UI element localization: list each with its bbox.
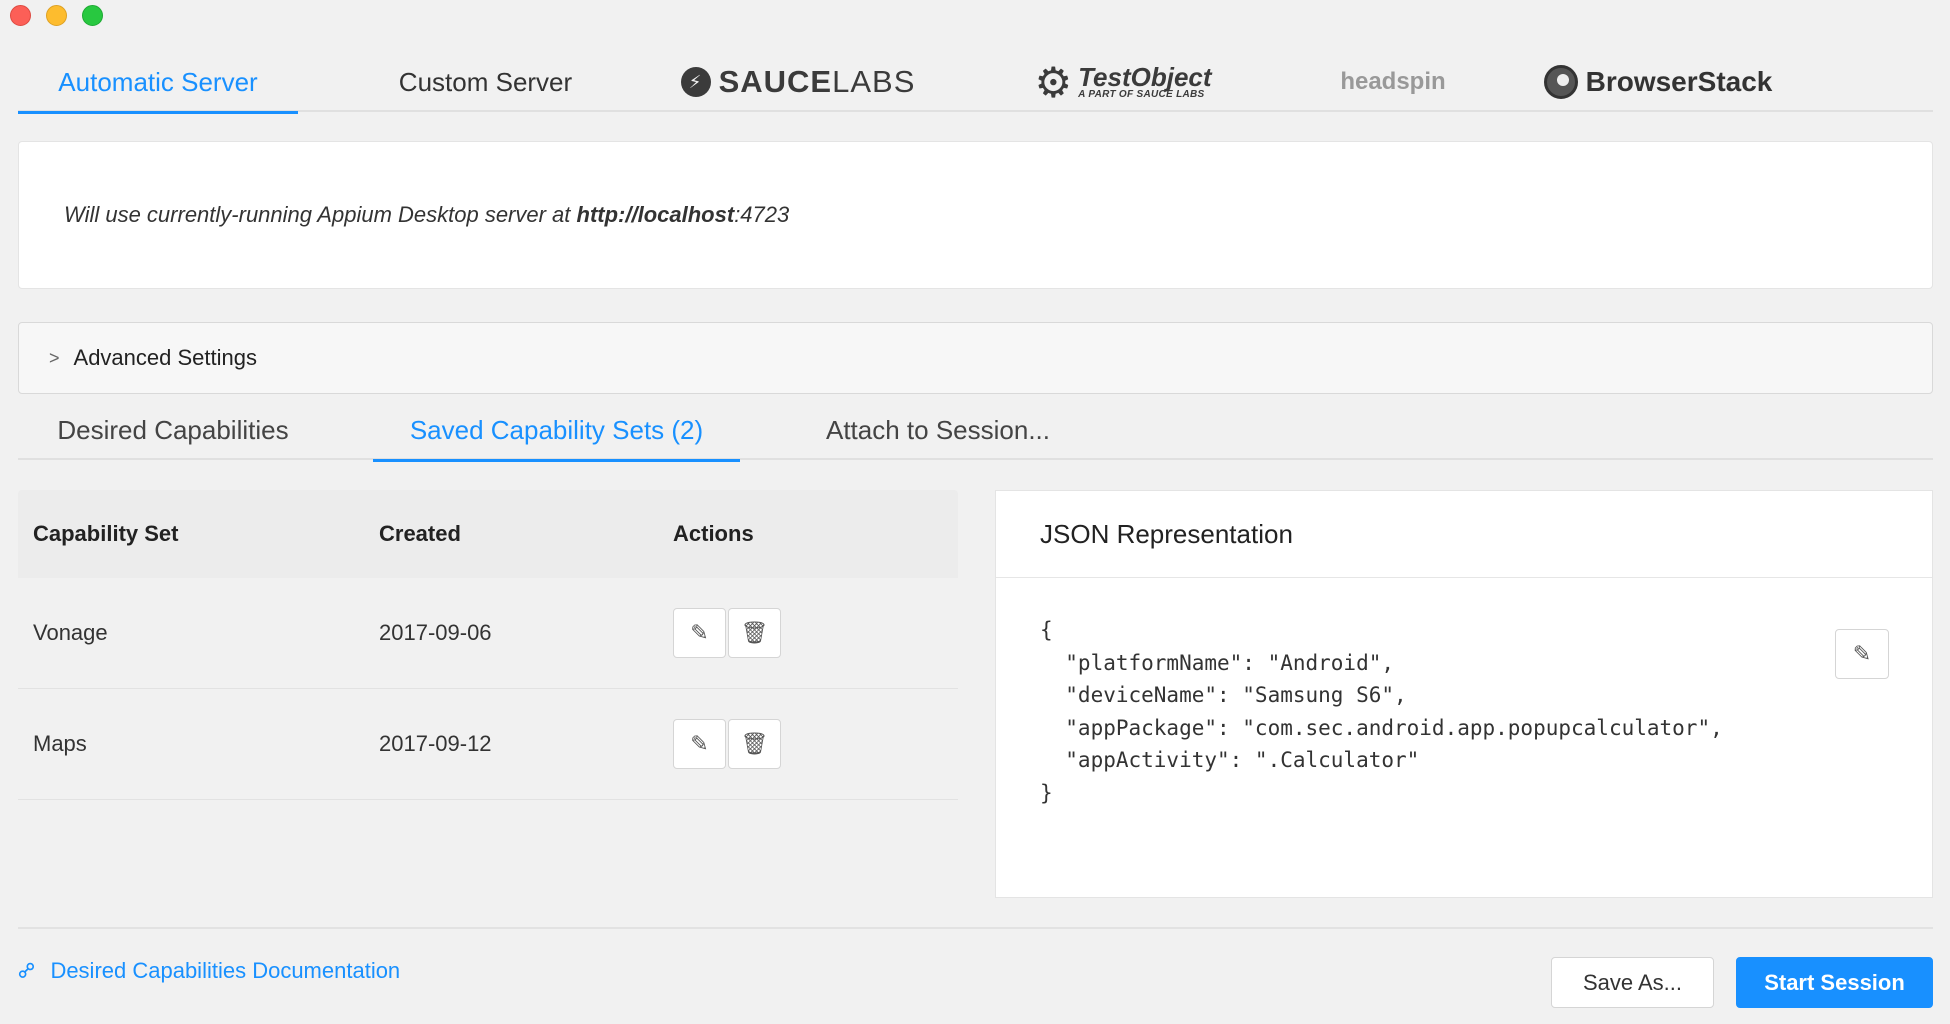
row-actions: ✎ 🗑	[673, 608, 958, 658]
tab-label: Saved Capability Sets (2)	[409, 414, 704, 445]
edit-icon: ✎	[690, 620, 709, 645]
tab-saved-capability-sets[interactable]: Saved Capability Sets (2)	[373, 400, 740, 462]
delete-button[interactable]: 🗑	[728, 719, 781, 769]
saucelabs-wordmark-light: LABS	[832, 64, 916, 99]
tab-attach-to-session[interactable]: Attach to Session...	[788, 400, 1088, 460]
testobject-gear-icon: ⚙	[1034, 58, 1073, 106]
json-content: { "platformName": "Android", "deviceName…	[1040, 618, 1723, 805]
table-header: Capability Set Created Actions	[18, 490, 958, 578]
capability-tabs: Desired Capabilities Saved Capability Se…	[18, 400, 1933, 462]
browserstack-wordmark: BrowserStack	[1585, 66, 1773, 97]
server-tabs: Automatic Server Custom Server ⚡ SAUCELA…	[18, 52, 1933, 114]
save-as-button[interactable]: Save As...	[1551, 957, 1714, 1008]
server-info-text: Will use currently-running Appium Deskto…	[64, 202, 789, 228]
tab-automatic-server[interactable]: Automatic Server	[18, 52, 298, 114]
capability-set-name: Maps	[33, 731, 87, 756]
minimize-window-button[interactable]	[46, 5, 67, 26]
advanced-settings-toggle[interactable]: > Advanced Settings	[18, 322, 1933, 394]
capability-set-created: 2017-09-12	[379, 731, 492, 756]
browserstack-logo-icon	[1543, 65, 1578, 99]
tab-saucelabs[interactable]: ⚡ SAUCELABS	[668, 52, 928, 112]
capability-set-name: Vonage	[33, 620, 108, 645]
capability-set-created: 2017-09-06	[379, 620, 492, 645]
capability-sets-table: Capability Set Created Actions Vonage 20…	[18, 490, 958, 800]
header-created: Created	[379, 521, 461, 546]
table-row[interactable]: Maps 2017-09-12 ✎ 🗑	[18, 689, 958, 800]
link-icon: ⚯	[11, 955, 43, 987]
start-session-button[interactable]: Start Session	[1736, 957, 1933, 1008]
footer-divider	[18, 927, 1933, 929]
json-representation-panel: JSON Representation { "platformName": "A…	[995, 490, 1933, 898]
tab-custom-server[interactable]: Custom Server	[348, 52, 623, 112]
doc-link-label: Desired Capabilities Documentation	[50, 958, 401, 983]
edit-icon: ✎	[690, 731, 709, 756]
server-url-host: http://localhost	[576, 202, 735, 227]
server-url-port: :4723	[734, 202, 790, 227]
table-row[interactable]: Vonage 2017-09-06 ✎ 🗑	[18, 578, 958, 689]
headspin-wordmark: headspin	[1340, 68, 1446, 95]
json-edit-button[interactable]: ✎	[1835, 629, 1889, 679]
chevron-right-icon: >	[49, 347, 60, 368]
window-controls	[10, 5, 103, 26]
tab-desired-capabilities[interactable]: Desired Capabilities	[18, 400, 328, 460]
tab-browserstack[interactable]: BrowserStack	[1538, 52, 1778, 112]
row-actions: ✎ 🗑	[673, 719, 958, 769]
advanced-settings-label: Advanced Settings	[73, 345, 257, 370]
server-info-panel: Will use currently-running Appium Deskto…	[18, 141, 1933, 289]
testobject-wordmark: TestObject	[1078, 62, 1212, 92]
header-capability-set: Capability Set	[33, 521, 179, 546]
maximize-window-button[interactable]	[82, 5, 103, 26]
server-info-prefix: Will use currently-running Appium Deskto…	[64, 202, 577, 227]
close-window-button[interactable]	[10, 5, 31, 26]
tab-headspin[interactable]: headspin	[1308, 52, 1478, 112]
edit-button[interactable]: ✎	[673, 719, 726, 769]
saucelabs-logo-icon: ⚡	[680, 67, 711, 97]
tab-label: Automatic Server	[58, 66, 258, 97]
testobject-subtitle: A PART OF SAUCE LABS	[1078, 89, 1205, 100]
tab-testobject[interactable]: ⚙ TestObject A PART OF SAUCE LABS	[993, 52, 1253, 112]
delete-button[interactable]: 🗑	[728, 608, 781, 658]
trash-icon: 🗑	[740, 731, 769, 756]
json-panel-title: JSON Representation	[996, 491, 1932, 578]
edit-button[interactable]: ✎	[673, 608, 726, 658]
header-actions: Actions	[673, 521, 754, 546]
saucelabs-wordmark: SAUCE	[718, 64, 833, 99]
tab-label: Custom Server	[398, 66, 573, 97]
trash-icon: 🗑	[740, 620, 769, 645]
desired-capabilities-doc-link[interactable]: ⚯ Desired Capabilities Documentation	[12, 955, 401, 986]
tab-label: Desired Capabilities	[57, 414, 289, 445]
edit-icon: ✎	[1852, 641, 1872, 666]
tab-label: Attach to Session...	[825, 414, 1050, 445]
